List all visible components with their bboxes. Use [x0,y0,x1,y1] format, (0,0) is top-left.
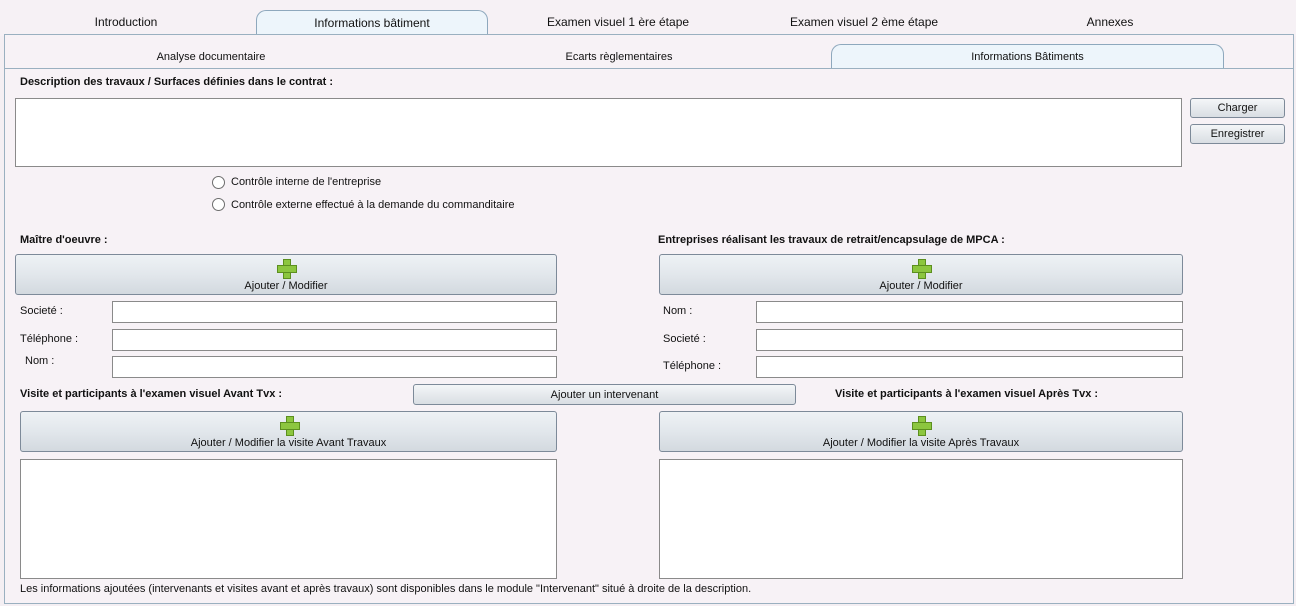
entreprises-societe-label: Societé : [663,333,706,345]
sub-tabbar: Analyse documentaire Ecarts règlementair… [5,40,1293,69]
add-intervenant-button[interactable]: Ajouter un intervenant [413,384,796,405]
top-tabbar: Introduction Informations bâtiment Exame… [0,0,1296,36]
entreprises-societe-input[interactable] [756,329,1183,351]
plus-icon [912,259,932,279]
entreprises-nom-input[interactable] [756,301,1183,323]
radio-controle-externe[interactable] [212,198,225,211]
entreprises-nom-label: Nom : [663,305,693,317]
maitre-oeuvre-telephone-input[interactable] [112,329,557,351]
maitre-oeuvre-nom-label: Nom : [25,355,55,367]
save-button[interactable]: Enregistrer [1190,124,1285,144]
tab-ecarts-reglementaires[interactable]: Ecarts règlementaires [499,44,739,69]
entreprises-add-button[interactable]: Ajouter / Modifier [659,254,1183,295]
visite-apres-button[interactable]: Ajouter / Modifier la visite Après Trava… [659,411,1183,452]
entreprises-add-label: Ajouter / Modifier [879,280,963,292]
footer-note: Les informations ajoutées (intervenants … [20,583,752,595]
description-label: Description des travaux / Surfaces défin… [20,76,333,88]
tab-examen-visuel-2[interactable]: Examen visuel 2 ème étape [764,10,964,34]
maitre-oeuvre-telephone-label: Téléphone : [20,333,79,345]
visite-apres-button-label: Ajouter / Modifier la visite Après Trava… [822,437,1020,449]
tab-informations-batiment[interactable]: Informations bâtiment [256,10,488,34]
maitre-oeuvre-add-label: Ajouter / Modifier [244,280,328,292]
entreprises-telephone-input[interactable] [756,356,1183,378]
maitre-oeuvre-societe-input[interactable] [112,301,557,323]
visite-avant-title: Visite et participants à l'examen visuel… [20,388,283,400]
entreprises-telephone-label: Téléphone : [663,360,722,372]
tab-analyse-documentaire[interactable]: Analyse documentaire [91,44,331,69]
entreprises-title: Entreprises réalisant les travaux de ret… [658,234,1005,246]
description-textarea[interactable] [15,98,1182,167]
plus-icon [912,416,932,436]
tab-introduction[interactable]: Introduction [60,10,192,34]
plus-icon [277,259,297,279]
radio-controle-externe-label: Contrôle externe effectué à la demande d… [231,199,515,211]
tab-examen-visuel-1[interactable]: Examen visuel 1 ère étape [520,10,716,34]
tab-informations-batiments[interactable]: Informations Bâtiments [831,44,1224,69]
radio-controle-interne-label: Contrôle interne de l'entreprise [231,176,382,188]
maitre-oeuvre-nom-input[interactable] [112,356,557,378]
tab-annexes[interactable]: Annexes [1050,10,1170,34]
maitre-oeuvre-societe-label: Societé : [20,305,63,317]
maitre-oeuvre-add-button[interactable]: Ajouter / Modifier [15,254,557,295]
load-button[interactable]: Charger [1190,98,1285,118]
visite-apres-list[interactable] [659,459,1183,579]
plus-icon [279,416,300,436]
visite-avant-list[interactable] [20,459,557,579]
visite-avant-button-label: Ajouter / Modifier la visite Avant Trava… [190,437,387,449]
radio-controle-interne[interactable] [212,176,225,189]
visite-apres-title: Visite et participants à l'examen visuel… [835,388,1099,400]
content-divider [5,68,1293,69]
visite-avant-button[interactable]: Ajouter / Modifier la visite Avant Trava… [20,411,557,452]
maitre-oeuvre-title: Maître d'oeuvre : [20,234,108,246]
